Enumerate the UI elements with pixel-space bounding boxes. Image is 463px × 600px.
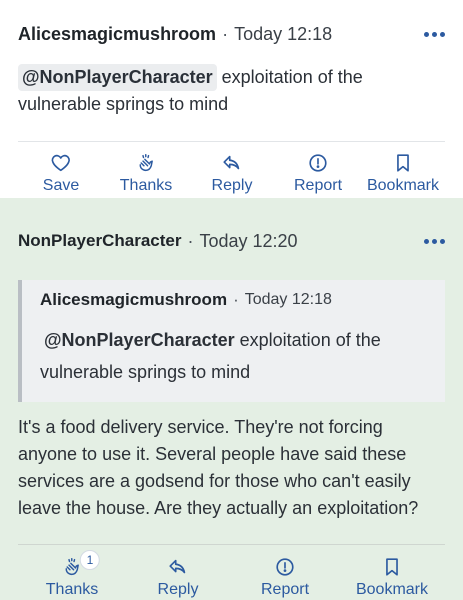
bookmark-icon: [386, 558, 398, 576]
reply-icon: [223, 155, 240, 170]
quote-header: Alicesmagicmushroom · Today 12:18: [40, 290, 332, 310]
thanks-label: Thanks: [45, 581, 99, 598]
save-button[interactable]: Save: [43, 152, 79, 195]
report-button[interactable]: Report: [261, 556, 309, 599]
bookmark-button[interactable]: Bookmark: [356, 556, 428, 599]
post-author[interactable]: Alicesmagicmushroom: [18, 24, 216, 45]
post-time: Today 12:20: [199, 230, 298, 251]
thanks-button[interactable]: Thanks: [120, 152, 172, 195]
more-options-icon[interactable]: [424, 20, 445, 48]
reply-button[interactable]: Reply: [157, 556, 199, 599]
report-button[interactable]: Report: [294, 152, 342, 195]
report-icon: [276, 558, 294, 576]
post-body: @NonPlayerCharacter exploitation of the …: [18, 64, 445, 118]
separator-dot: ·: [222, 23, 229, 44]
divider: [18, 141, 445, 142]
quote-time: Today 12:18: [244, 291, 332, 308]
bookmark-label: Bookmark: [355, 581, 429, 598]
reply-label: Reply: [157, 581, 199, 598]
separator-dot: ·: [187, 230, 194, 251]
clap-icon: [139, 154, 154, 172]
thanks-button[interactable]: 1 Thanks: [45, 550, 100, 599]
post-time: Today 12:18: [234, 23, 333, 44]
post-body: It's a food delivery service. They're no…: [18, 417, 419, 518]
quote-author[interactable]: Alicesmagicmushroom: [40, 290, 227, 310]
report-icon: [309, 154, 327, 172]
post-header: NonPlayerCharacter · Today 12:20: [18, 227, 445, 255]
divider: [18, 544, 445, 545]
post-nonplayercharacter: NonPlayerCharacter · Today 12:20 Alicesm…: [0, 198, 463, 600]
more-options-icon[interactable]: [424, 227, 445, 255]
report-label: Report: [293, 177, 343, 194]
save-label: Save: [42, 177, 80, 194]
post-alicesmagicmushroom: Alicesmagicmushroom · Today 12:18 @NonPl…: [0, 0, 463, 198]
bookmark-button[interactable]: Bookmark: [367, 152, 439, 195]
bookmark-label: Bookmark: [366, 177, 440, 194]
bookmark-icon: [397, 154, 409, 172]
quote-body: @NonPlayerCharacter exploitation of the …: [40, 324, 431, 388]
reply-button[interactable]: Reply: [211, 152, 253, 195]
thanks-label: Thanks: [119, 177, 173, 194]
user-mention[interactable]: @NonPlayerCharacter: [40, 330, 235, 350]
reply-label: Reply: [211, 177, 253, 194]
reply-icon: [169, 559, 186, 574]
quoted-post: Alicesmagicmushroom · Today 12:18 @NonPl…: [18, 280, 445, 402]
post-header: Alicesmagicmushroom · Today 12:18: [18, 20, 445, 48]
user-mention[interactable]: @NonPlayerCharacter: [18, 64, 217, 91]
heart-icon: [51, 154, 71, 172]
thanks-count-badge: 1: [80, 550, 100, 570]
post-author[interactable]: NonPlayerCharacter: [18, 231, 181, 251]
separator-dot: ·: [233, 290, 239, 309]
report-label: Report: [260, 581, 310, 598]
